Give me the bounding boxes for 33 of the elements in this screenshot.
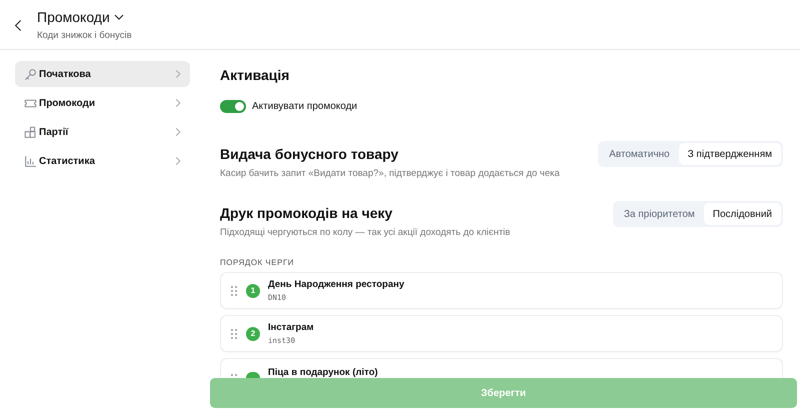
boxes-icon (24, 126, 37, 138)
section-title: Видача бонусного товару (220, 146, 400, 162)
sidebar-item[interactable]: Промокоди (15, 90, 190, 116)
page-subtitle: Коди знижок і бонусів (37, 30, 132, 41)
back-button[interactable] (14, 18, 24, 32)
toggle-label: Активувати промокоди (252, 101, 358, 112)
bar-chart-icon (24, 154, 37, 168)
section-title: Активація (220, 67, 290, 83)
section-description: Касир бачить запит «Видати товар?», підтверджує і товар додається до чека (220, 168, 560, 179)
segment-option[interactable]: Послідовний (704, 203, 781, 225)
promo-name: Інстаграм (268, 322, 314, 333)
sidebar-item[interactable]: Початкова (15, 61, 190, 87)
caret-icon (114, 14, 124, 20)
chevron-icon (175, 127, 181, 137)
promo-name: Піца в подарунок (літо) (268, 367, 378, 378)
order-number: 2 (246, 326, 260, 340)
ticket-icon (24, 96, 37, 110)
section-description: Підходящі чергуються по колу — так усі акції доходять до клієнтів (220, 227, 510, 238)
segment-option[interactable]: З підтвердженням (678, 143, 781, 165)
segment-option[interactable]: Автоматично (600, 143, 679, 165)
chevron-icon (175, 156, 181, 166)
chevron-icon (175, 69, 181, 79)
section-title: Друк промокодів на чеку (220, 205, 394, 221)
key-icon (24, 68, 37, 80)
chevron-icon (175, 98, 181, 108)
sidebar-item[interactable]: Статистика (15, 148, 190, 174)
order-number: 1 (246, 284, 260, 298)
segment-option[interactable]: За пріоритетом (614, 203, 704, 225)
title-dropdown[interactable]: Промокоди (37, 9, 124, 25)
toggle-switch[interactable] (220, 100, 246, 113)
promo-name: День Народження ресторану (268, 279, 404, 290)
sidebar-item[interactable]: Партії (15, 119, 190, 145)
queue-heading: ПОРЯДОК ЧЕРГИ (220, 258, 296, 267)
